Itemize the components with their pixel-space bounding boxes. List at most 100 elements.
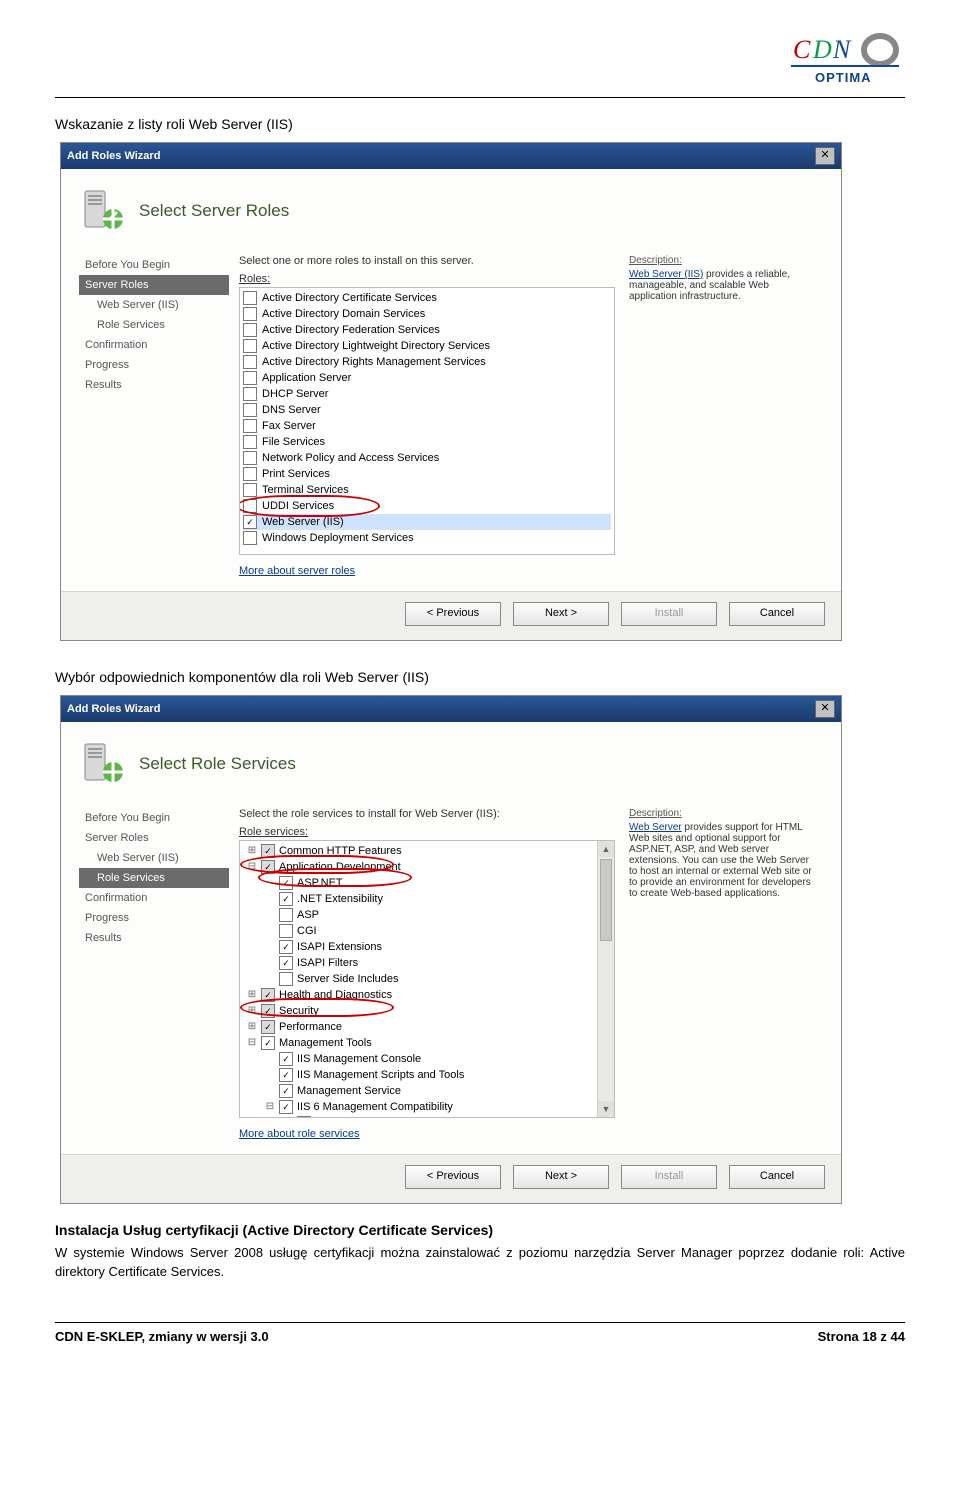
scroll-thumb[interactable]: [600, 859, 612, 941]
tree-item[interactable]: ISAPI Extensions: [243, 939, 611, 955]
role-item[interactable]: Network Policy and Access Services: [243, 450, 611, 466]
role-item[interactable]: Application Server: [243, 370, 611, 386]
checkbox-icon[interactable]: [261, 860, 275, 874]
scroll-up-icon[interactable]: ▲: [598, 841, 614, 857]
role-item[interactable]: Active Directory Lightweight Directory S…: [243, 338, 611, 354]
tree-item[interactable]: CGI: [243, 923, 611, 939]
wizard-nav-item[interactable]: Server Roles: [79, 828, 229, 848]
checkbox-icon[interactable]: [243, 483, 257, 497]
role-services-tree[interactable]: ⊞Common HTTP Features⊟Application Develo…: [239, 840, 615, 1118]
checkbox-icon[interactable]: [243, 307, 257, 321]
close-icon[interactable]: ✕: [815, 700, 835, 718]
tree-item[interactable]: IIS Management Console: [243, 1051, 611, 1067]
previous-button[interactable]: < Previous: [405, 1165, 501, 1189]
role-item[interactable]: DNS Server: [243, 402, 611, 418]
wizard-nav-item[interactable]: Results: [79, 375, 229, 395]
checkbox-icon[interactable]: [279, 1084, 293, 1098]
cancel-button[interactable]: Cancel: [729, 602, 825, 626]
tree-item[interactable]: .NET Extensibility: [243, 891, 611, 907]
previous-button[interactable]: < Previous: [405, 602, 501, 626]
wizard-nav-item[interactable]: Confirmation: [79, 888, 229, 908]
checkbox-icon[interactable]: [261, 1004, 275, 1018]
checkbox-icon[interactable]: [243, 291, 257, 305]
checkbox-icon[interactable]: [243, 355, 257, 369]
close-icon[interactable]: ✕: [815, 147, 835, 165]
tree-item[interactable]: IIS Management Scripts and Tools: [243, 1067, 611, 1083]
tree-item[interactable]: ⊞Security: [243, 1003, 611, 1019]
tree-item[interactable]: ASP.NET: [243, 875, 611, 891]
cancel-button[interactable]: Cancel: [729, 1165, 825, 1189]
wizard-nav-item[interactable]: Server Roles: [79, 275, 229, 295]
collapse-icon[interactable]: ⊟: [265, 1102, 275, 1112]
expand-icon[interactable]: ⊞: [247, 1022, 257, 1032]
checkbox-icon[interactable]: [279, 1052, 293, 1066]
expand-icon[interactable]: ⊞: [247, 990, 257, 1000]
tree-item[interactable]: IIS 6 Metabase Compatibility: [243, 1115, 611, 1118]
checkbox-icon[interactable]: [243, 467, 257, 481]
tree-item[interactable]: Server Side Includes: [243, 971, 611, 987]
checkbox-icon[interactable]: [279, 924, 293, 938]
checkbox-icon[interactable]: [279, 1068, 293, 1082]
role-item[interactable]: Active Directory Domain Services: [243, 306, 611, 322]
role-item[interactable]: Web Server (IIS): [243, 514, 611, 530]
checkbox-icon[interactable]: [261, 988, 275, 1002]
wizard-nav-item[interactable]: Before You Begin: [79, 255, 229, 275]
scroll-down-icon[interactable]: ▼: [598, 1101, 614, 1117]
tree-item[interactable]: ⊞Health and Diagnostics: [243, 987, 611, 1003]
checkbox-icon[interactable]: [261, 844, 275, 858]
checkbox-icon[interactable]: [279, 892, 293, 906]
checkbox-icon[interactable]: [279, 972, 293, 986]
roles-listbox[interactable]: Active Directory Certificate ServicesAct…: [239, 287, 615, 555]
checkbox-icon[interactable]: [279, 908, 293, 922]
expand-icon[interactable]: ⊞: [247, 1006, 257, 1016]
checkbox-icon[interactable]: [297, 1116, 311, 1118]
description-link[interactable]: Web Server (IIS): [629, 269, 703, 280]
next-button[interactable]: Next >: [513, 1165, 609, 1189]
checkbox-icon[interactable]: [261, 1020, 275, 1034]
wizard-nav-item[interactable]: Web Server (IIS): [79, 295, 229, 315]
role-item[interactable]: Print Services: [243, 466, 611, 482]
checkbox-icon[interactable]: [243, 435, 257, 449]
role-item[interactable]: Terminal Services: [243, 482, 611, 498]
expand-icon[interactable]: ⊞: [247, 846, 257, 856]
checkbox-icon[interactable]: [279, 1100, 293, 1114]
wizard-nav-item[interactable]: Progress: [79, 355, 229, 375]
role-item[interactable]: Active Directory Federation Services: [243, 322, 611, 338]
collapse-icon[interactable]: ⊟: [247, 862, 257, 872]
checkbox-icon[interactable]: [279, 940, 293, 954]
tree-item[interactable]: ISAPI Filters: [243, 955, 611, 971]
wizard-nav-item[interactable]: Web Server (IIS): [79, 848, 229, 868]
checkbox-icon[interactable]: [243, 451, 257, 465]
dialog1-titlebar[interactable]: Add Roles Wizard ✕: [61, 143, 841, 169]
checkbox-icon[interactable]: [243, 371, 257, 385]
collapse-icon[interactable]: ⊟: [247, 1038, 257, 1048]
dialog2-titlebar[interactable]: Add Roles Wizard ✕: [61, 696, 841, 722]
checkbox-icon[interactable]: [243, 339, 257, 353]
wizard-nav-item[interactable]: Before You Begin: [79, 808, 229, 828]
wizard-nav-item[interactable]: Role Services: [79, 868, 229, 888]
tree-item[interactable]: ⊞Performance: [243, 1019, 611, 1035]
tree-scrollbar[interactable]: ▲ ▼: [597, 841, 614, 1117]
checkbox-icon[interactable]: [243, 403, 257, 417]
role-item[interactable]: UDDI Services: [243, 498, 611, 514]
role-item[interactable]: Active Directory Certificate Services: [243, 290, 611, 306]
checkbox-icon[interactable]: [279, 876, 293, 890]
checkbox-icon[interactable]: [243, 387, 257, 401]
wizard-nav-item[interactable]: Progress: [79, 908, 229, 928]
tree-item[interactable]: ⊟Management Tools: [243, 1035, 611, 1051]
role-item[interactable]: Windows Deployment Services: [243, 530, 611, 546]
checkbox-icon[interactable]: [243, 515, 257, 529]
role-item[interactable]: File Services: [243, 434, 611, 450]
wizard-nav-item[interactable]: Results: [79, 928, 229, 948]
checkbox-icon[interactable]: [243, 499, 257, 513]
checkbox-icon[interactable]: [243, 531, 257, 545]
wizard-nav-item[interactable]: Role Services: [79, 315, 229, 335]
checkbox-icon[interactable]: [279, 956, 293, 970]
more-about-server-roles-link[interactable]: More about server roles: [239, 565, 355, 577]
tree-item[interactable]: ⊟IIS 6 Management Compatibility: [243, 1099, 611, 1115]
description-link[interactable]: Web Server: [629, 822, 682, 833]
checkbox-icon[interactable]: [261, 1036, 275, 1050]
tree-item[interactable]: Management Service: [243, 1083, 611, 1099]
checkbox-icon[interactable]: [243, 323, 257, 337]
role-item[interactable]: DHCP Server: [243, 386, 611, 402]
